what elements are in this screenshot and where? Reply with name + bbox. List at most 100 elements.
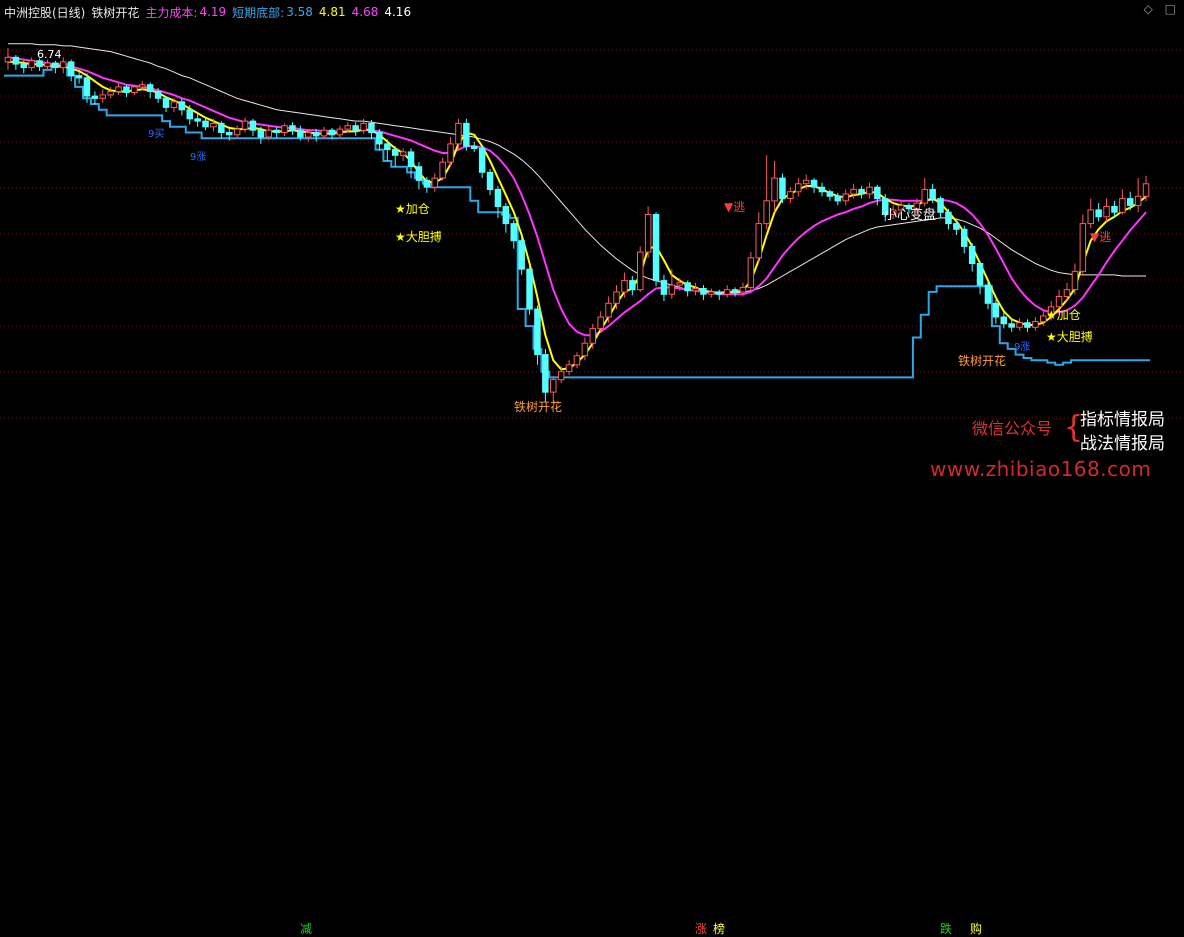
candle-down (123, 86, 130, 94)
candle-down (154, 91, 162, 99)
candle-up (763, 200, 770, 225)
candle-down (423, 179, 431, 188)
candle-up (1032, 321, 1039, 328)
candle-up (281, 125, 288, 133)
candle-down (368, 122, 375, 134)
candle-up (771, 177, 778, 202)
candle-down (1111, 206, 1118, 213)
candle-up (644, 214, 652, 253)
main-cost-label: 主力成本: (145, 5, 198, 20)
candle-down (75, 75, 83, 79)
wechat-label: 微信公众号 (972, 419, 1053, 438)
candle-up (28, 60, 35, 69)
account-name-2: 战法情报局 (1080, 434, 1165, 454)
buy-marker-2: 9涨 (190, 152, 207, 163)
candle-down (542, 354, 549, 393)
candle-up (139, 84, 146, 88)
candle-down (162, 97, 170, 108)
candle-down (700, 288, 707, 295)
candle-down (984, 284, 992, 304)
add-position-signal: ★加仓 (395, 202, 430, 216)
candle-up (131, 86, 138, 94)
mid-ma-line (7, 56, 1147, 337)
candle-down (289, 125, 296, 131)
candle-down (52, 62, 59, 69)
candle-down (328, 129, 336, 136)
candle-up (305, 132, 312, 138)
candle-up (60, 61, 67, 69)
candle-up (668, 284, 676, 295)
candle-down (826, 191, 834, 197)
footer-flag-buy: 购 (970, 922, 983, 936)
candle-up (439, 161, 446, 179)
candle-down (937, 198, 944, 213)
candle-down (36, 60, 43, 67)
candle-down (471, 145, 478, 149)
candle-up (265, 129, 272, 138)
watermark-block: 微信公众号 { 指标情报局 战法情报局 (972, 405, 1182, 455)
candle-up (1134, 195, 1142, 206)
candle-up (1087, 209, 1094, 225)
candle-down (526, 268, 533, 310)
candle-up (550, 379, 557, 393)
candle-down (249, 120, 257, 131)
short-bottom-value-2: 4.81 (318, 5, 346, 19)
short-bottom-value-4: 4.16 (384, 5, 412, 19)
short-bottom-label: 短期底部: (232, 5, 285, 20)
caution-signal: 小心变盘 (884, 208, 937, 223)
candle-up (866, 186, 873, 195)
candle-up (557, 371, 565, 381)
candle-up (605, 302, 612, 318)
candle-down (834, 195, 841, 202)
stock-title[interactable]: 中洲控股(日线) (4, 4, 85, 21)
candle-up (320, 129, 328, 137)
candle-up (565, 364, 573, 373)
short-bottom-value-3: 4.68 (351, 5, 379, 19)
iron-tree-signal-2: 铁树开花 (958, 354, 1007, 368)
candle-down (12, 56, 20, 65)
escape-signal-2: ▼逃 (1090, 230, 1112, 244)
candle-up (787, 191, 794, 199)
candle-down (976, 263, 984, 286)
add-position-signal-2: ★加仓 (1046, 308, 1081, 322)
candle-down (1008, 323, 1015, 328)
candle-up (4, 56, 12, 63)
candle-up (360, 122, 367, 131)
candle-down (91, 95, 99, 99)
candle-up (1119, 198, 1126, 213)
candle-down (992, 302, 1000, 318)
candle-up (107, 91, 114, 96)
short-bottom-value-1: 3.58 (286, 5, 313, 19)
candle-down (415, 166, 423, 181)
candle-down (178, 101, 186, 111)
candle-up (1016, 322, 1023, 328)
candle-down (257, 129, 265, 138)
bold-fight-signal: ★大胆搏 (395, 230, 442, 244)
candle-up (233, 128, 241, 136)
candle-down (810, 179, 818, 188)
candle-down (20, 63, 27, 69)
buy-marker-3: 9涨 (1014, 342, 1031, 353)
candle-down (67, 61, 75, 77)
candle-down (945, 211, 952, 225)
candle-down (146, 84, 154, 92)
candle-down (1127, 198, 1134, 206)
candle-down (312, 132, 320, 137)
candle-down (1024, 322, 1031, 328)
candle-down (518, 240, 525, 270)
candle-up (241, 120, 249, 130)
candle-down (384, 143, 391, 151)
candle-up (613, 291, 620, 304)
candle-down (83, 77, 91, 97)
candle-up (336, 128, 344, 136)
chart-header: 中洲控股(日线) 铁树开花 主力成本: 4.19 短期底部: 3.58 4.81… (4, 2, 417, 22)
candle-up (747, 257, 755, 288)
indicator-name[interactable]: 铁树开花 (91, 4, 139, 21)
candle-up (399, 151, 407, 156)
diamond-icon[interactable]: ◇ (1144, 2, 1153, 16)
candle-down (376, 132, 383, 145)
square-icon[interactable]: □ (1165, 2, 1176, 16)
price-high-label: 6.74 (37, 48, 62, 61)
candle-down (534, 308, 541, 356)
candle-up (802, 179, 810, 185)
